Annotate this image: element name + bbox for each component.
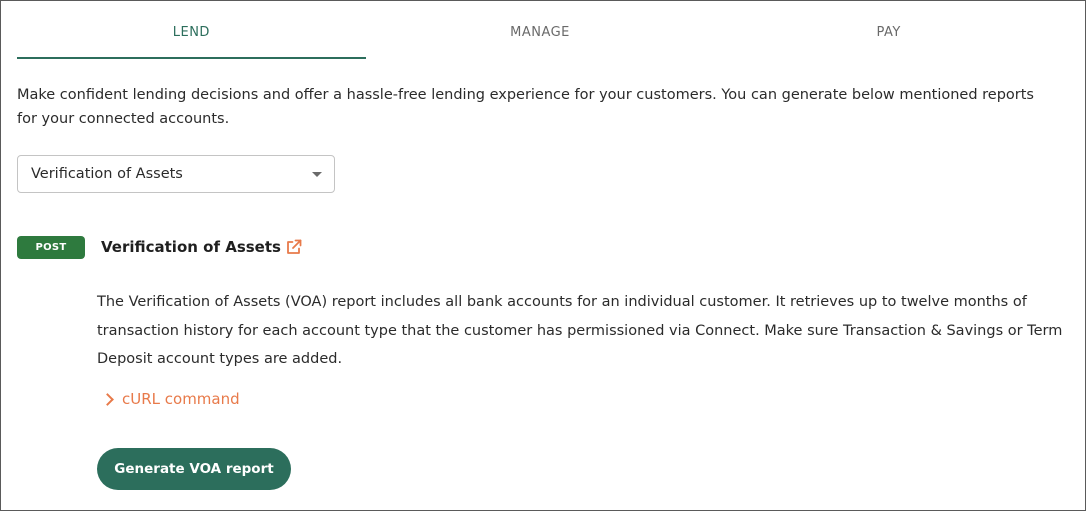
report-type-selected: Verification of Assets <box>31 166 183 182</box>
caret-down-icon <box>312 172 322 177</box>
lend-panel: LEND MANAGE PAY Make confident lending d… <box>0 0 1086 511</box>
endpoint-description: The Verification of Assets (VOA) report … <box>97 294 1063 367</box>
curl-command-toggle[interactable]: cURL command <box>101 388 240 410</box>
external-link-icon[interactable] <box>285 238 303 256</box>
tab-label: LEND <box>172 25 210 40</box>
generate-voa-report-button[interactable]: Generate VOA report <box>97 448 291 490</box>
intro-text: Make confident lending decisions and off… <box>17 87 1034 127</box>
tab-lend[interactable]: LEND <box>17 1 366 59</box>
tab-label: PAY <box>876 25 901 40</box>
tab-label: MANAGE <box>510 25 570 40</box>
tab-manage[interactable]: MANAGE <box>366 1 715 59</box>
curl-command-label: cURL command <box>122 390 240 408</box>
tab-bar: LEND MANAGE PAY <box>17 1 1063 59</box>
post-method-badge: POST <box>17 236 85 259</box>
chevron-right-icon <box>101 392 114 406</box>
endpoint-title: Verification of Assets <box>101 238 281 256</box>
tab-pay[interactable]: PAY <box>714 1 1063 59</box>
report-type-dropdown[interactable]: Verification of Assets <box>17 155 335 193</box>
